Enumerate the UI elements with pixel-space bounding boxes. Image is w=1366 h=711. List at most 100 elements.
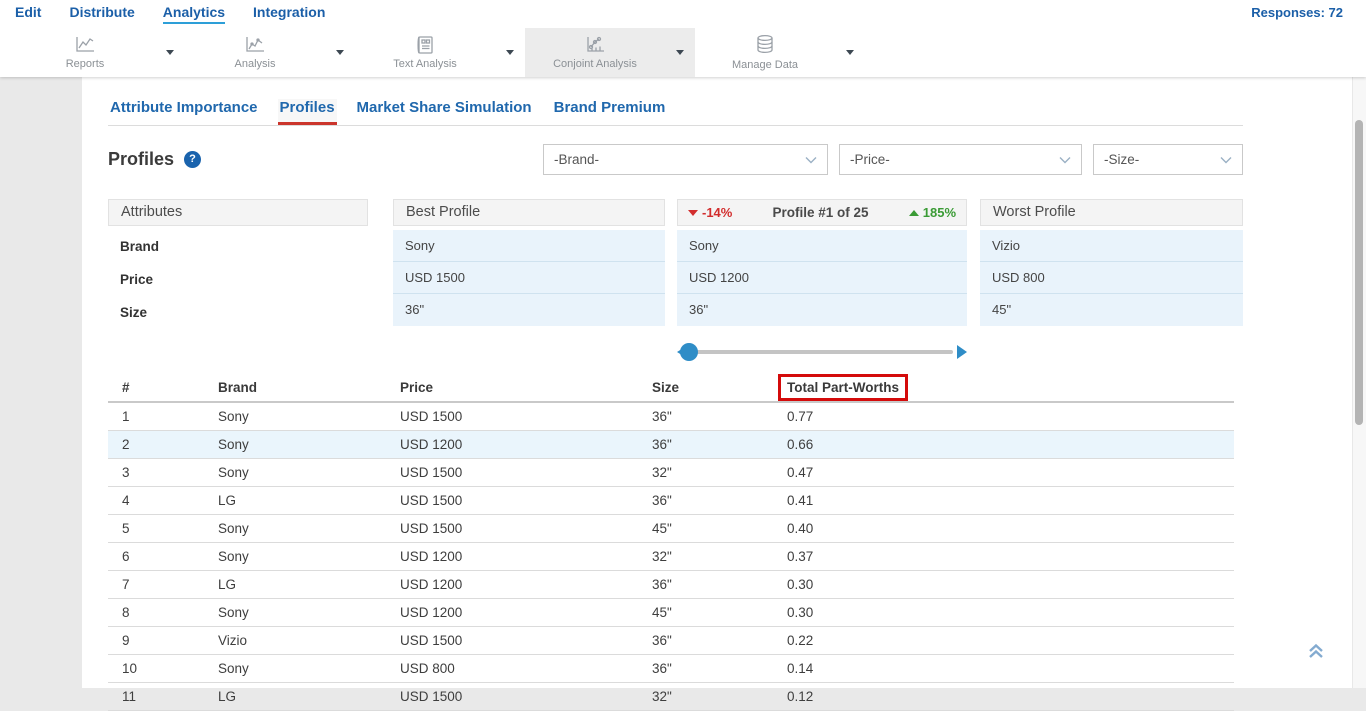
tab-attribute-importance[interactable]: Attribute Importance [108, 99, 260, 125]
table-row[interactable]: 8SonyUSD 120045"0.30 [108, 599, 1234, 627]
table-cell: 7 [108, 577, 204, 592]
worst-profile-brand: Vizio [980, 230, 1243, 262]
current-profile-brand: Sony [677, 230, 967, 262]
table-cell: 36" [638, 409, 773, 424]
header-number: # [108, 380, 204, 395]
table-cell: Vizio [204, 633, 386, 648]
attribute-label-size: Size [108, 296, 368, 329]
table-cell: 5 [108, 521, 204, 536]
nav-analytics[interactable]: Analytics [163, 4, 225, 24]
profiles-table-body: 1SonyUSD 150036"0.772SonyUSD 120036"0.66… [108, 403, 1234, 711]
brand-dropdown-value: -Brand- [554, 152, 599, 167]
table-row[interactable]: 7LGUSD 120036"0.30 [108, 571, 1234, 599]
nav-edit[interactable]: Edit [15, 4, 41, 24]
table-row[interactable]: 11LGUSD 150032"0.12 [108, 683, 1234, 711]
table-cell: 32" [638, 549, 773, 564]
toolbar-group-text-analysis: Text Analysis [355, 28, 525, 77]
tab-brand-premium[interactable]: Brand Premium [552, 99, 668, 125]
table-cell: 32" [638, 465, 773, 480]
table-cell: 4 [108, 493, 204, 508]
attribute-label-brand: Brand [108, 230, 368, 263]
worse-than-best-pct: -14% [688, 200, 732, 225]
double-chevron-up-icon [1306, 648, 1326, 665]
conjoint-subtabs: Attribute Importance Profiles Market Sha… [108, 77, 1243, 125]
analysis-button[interactable]: Analysis [185, 28, 325, 77]
conjoint-analysis-dropdown-caret[interactable] [665, 28, 695, 77]
profiles-table-header: # Brand Price Size Total Part-Worths [108, 374, 1234, 403]
table-cell: 45" [638, 605, 773, 620]
nav-distribute[interactable]: Distribute [69, 4, 134, 24]
text-analysis-dropdown-caret[interactable] [495, 28, 525, 77]
table-row[interactable]: 2SonyUSD 120036"0.66 [108, 431, 1234, 459]
table-cell: 0.66 [773, 437, 1234, 452]
table-cell: 0.30 [773, 605, 1234, 620]
better-than-worst-pct: 185% [909, 200, 956, 225]
best-profile-size: 36" [393, 294, 665, 326]
current-profile-header: -14% Profile #1 of 25 185% [677, 199, 967, 226]
caret-down-icon [676, 50, 684, 55]
price-dropdown[interactable]: -Price- [839, 144, 1082, 175]
current-profile-size: 36" [677, 294, 967, 326]
caret-down-icon [166, 50, 174, 55]
header-price: Price [386, 380, 638, 395]
tab-profiles[interactable]: Profiles [278, 99, 337, 125]
table-cell: 8 [108, 605, 204, 620]
chevron-down-icon [1059, 152, 1071, 167]
table-row[interactable]: 9VizioUSD 150036"0.22 [108, 627, 1234, 655]
help-icon[interactable]: ? [184, 151, 201, 168]
table-cell: Sony [204, 605, 386, 620]
table-cell: USD 1200 [386, 605, 638, 620]
best-profile-price: USD 1500 [393, 262, 665, 294]
manage-data-dropdown-caret[interactable] [835, 28, 865, 77]
attribute-label-price: Price [108, 263, 368, 296]
table-row[interactable]: 6SonyUSD 120032"0.37 [108, 543, 1234, 571]
table-cell: 1 [108, 409, 204, 424]
brand-dropdown[interactable]: -Brand- [543, 144, 828, 175]
table-cell: 6 [108, 549, 204, 564]
worst-profile-size: 45" [980, 294, 1243, 326]
reports-button[interactable]: Reports [15, 28, 155, 77]
header-size: Size [638, 380, 773, 395]
slider-track[interactable] [685, 350, 953, 354]
analysis-dropdown-caret[interactable] [325, 28, 355, 77]
table-cell: 45" [638, 521, 773, 536]
reports-label: Reports [66, 58, 105, 70]
tab-divider [108, 125, 1243, 126]
slider-handle[interactable] [680, 343, 698, 361]
table-cell: 36" [638, 633, 773, 648]
table-cell: 0.77 [773, 409, 1234, 424]
text-analysis-button[interactable]: Text Analysis [355, 28, 495, 77]
price-dropdown-value: -Price- [850, 152, 890, 167]
conjoint-analysis-button[interactable]: Conjoint Analysis [525, 28, 665, 77]
tab-market-share-simulation[interactable]: Market Share Simulation [355, 99, 534, 125]
table-cell: USD 1500 [386, 689, 638, 704]
reports-dropdown-caret[interactable] [155, 28, 185, 77]
table-cell: 10 [108, 661, 204, 676]
scrollbar-thumb[interactable] [1355, 120, 1363, 425]
responses-count[interactable]: Responses: 72 [1251, 5, 1343, 20]
table-cell: USD 1200 [386, 437, 638, 452]
profile-comparison: Attributes Brand Price Size Best Profile… [108, 199, 1243, 329]
manage-data-label: Manage Data [732, 59, 798, 71]
analysis-label: Analysis [235, 58, 276, 70]
toolbar-group-conjoint-analysis: Conjoint Analysis [525, 28, 695, 77]
best-profile-header: Best Profile [393, 199, 665, 226]
table-cell: USD 1500 [386, 465, 638, 480]
table-cell: 0.40 [773, 521, 1234, 536]
caret-down-icon [336, 50, 344, 55]
table-row[interactable]: 5SonyUSD 150045"0.40 [108, 515, 1234, 543]
table-row[interactable]: 10SonyUSD 80036"0.14 [108, 655, 1234, 683]
size-dropdown[interactable]: -Size- [1093, 144, 1243, 175]
table-row[interactable]: 1SonyUSD 150036"0.77 [108, 403, 1234, 431]
database-icon [754, 34, 776, 56]
vertical-scrollbar[interactable] [1352, 77, 1366, 688]
scroll-to-top-button[interactable] [1306, 641, 1326, 666]
manage-data-button[interactable]: Manage Data [695, 28, 835, 77]
header-brand: Brand [204, 380, 386, 395]
table-cell: USD 1500 [386, 521, 638, 536]
table-row[interactable]: 4LGUSD 150036"0.41 [108, 487, 1234, 515]
slider-right-arrow-icon[interactable] [957, 345, 967, 359]
table-row[interactable]: 3SonyUSD 150032"0.47 [108, 459, 1234, 487]
nav-integration[interactable]: Integration [253, 4, 325, 24]
table-cell: USD 1500 [386, 633, 638, 648]
